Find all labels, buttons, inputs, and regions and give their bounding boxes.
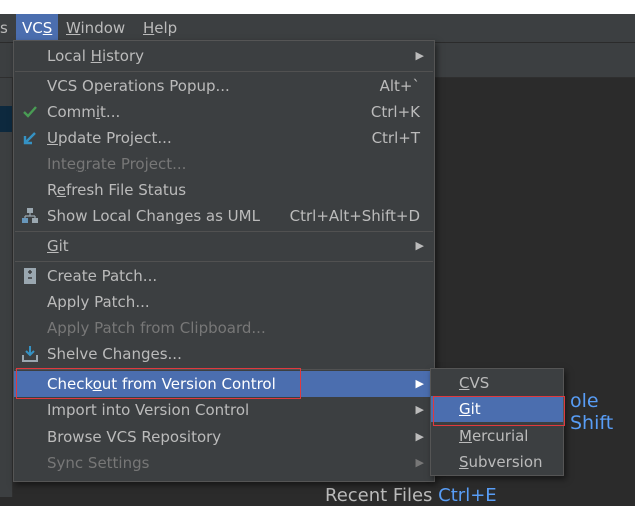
search-everywhere-hint: ole Shift <box>570 390 614 434</box>
submenu-item-subversion[interactable]: Subversion <box>431 449 563 475</box>
chevron-right-icon: ▶ <box>415 49 424 62</box>
separator <box>15 261 433 262</box>
recent-files-hint: Recent Files Ctrl+E <box>325 485 497 506</box>
menu-item-create-patch[interactable]: Create Patch... <box>14 263 434 289</box>
menu-item-update-project[interactable]: Update Project... Ctrl+T <box>14 125 434 151</box>
menu-item-local-history[interactable]: Local History ▶ <box>14 43 434 69</box>
menu-item-shelve-changes[interactable]: Shelve Changes... <box>14 341 434 367</box>
menu-item-git[interactable]: Git ▶ <box>14 233 434 259</box>
menu-bar: s VCS Window Help <box>0 14 635 43</box>
checkmark-icon <box>20 99 40 125</box>
chevron-right-icon: ▶ <box>415 403 424 416</box>
menu-item-import-into-vcs[interactable]: Import into Version Control ▶ <box>14 397 434 423</box>
chevron-right-icon: ▶ <box>415 430 424 443</box>
chevron-right-icon: ▶ <box>415 377 424 390</box>
menu-vcs[interactable]: VCS <box>16 14 59 42</box>
menu-item-commit[interactable]: Commit... Ctrl+K <box>14 99 434 125</box>
menu-help[interactable]: Help <box>137 14 183 42</box>
menu-item-vcs-operations-popup[interactable]: VCS Operations Popup... Alt+` <box>14 73 434 99</box>
submenu-item-git[interactable]: Git <box>431 396 563 422</box>
window-top-strip <box>0 0 635 14</box>
chevron-right-icon: ▶ <box>415 239 424 252</box>
separator <box>15 71 433 72</box>
submenu-item-cvs[interactable]: CVS <box>431 370 563 396</box>
menu-item-apply-patch-clipboard: Apply Patch from Clipboard... <box>47 319 266 337</box>
menu-item-sync-settings: Sync Settings ▶ <box>14 450 434 476</box>
update-arrow-icon <box>20 125 40 151</box>
menu-item-integrate-project: Integrate Project... <box>47 155 187 173</box>
shelve-icon <box>20 341 40 367</box>
checkout-submenu: CVS Git Mercurial Subversion <box>430 368 564 476</box>
menu-item-show-local-changes-uml[interactable]: Show Local Changes as UML Ctrl+Alt+Shift… <box>14 203 434 229</box>
submenu-item-mercurial[interactable]: Mercurial <box>431 423 563 449</box>
menu-window[interactable]: Window <box>60 14 131 42</box>
menu-partial-item[interactable]: s <box>0 14 14 42</box>
shortcut: Alt+` <box>379 77 420 95</box>
shortcut: Ctrl+Alt+Shift+D <box>289 207 420 225</box>
tool-strip-selected <box>0 106 12 132</box>
menu-item-apply-patch[interactable]: Apply Patch... <box>14 289 434 315</box>
menu-item-browse-vcs-repository[interactable]: Browse VCS Repository ▶ <box>14 424 434 450</box>
left-tool-strip <box>0 78 13 497</box>
patch-icon <box>20 263 40 289</box>
vcs-menu: Local History ▶ VCS Operations Popup... … <box>13 40 435 482</box>
separator <box>15 231 433 232</box>
shortcut: Ctrl+T <box>371 129 420 147</box>
menu-item-checkout-from-vcs[interactable]: Checkout from Version Control ▶ <box>14 371 434 397</box>
menu-item-refresh-file-status[interactable]: Refresh File Status <box>14 177 434 203</box>
uml-icon <box>20 203 40 229</box>
chevron-right-icon: ▶ <box>415 456 424 469</box>
shortcut: Ctrl+K <box>370 103 420 121</box>
separator <box>15 369 433 370</box>
